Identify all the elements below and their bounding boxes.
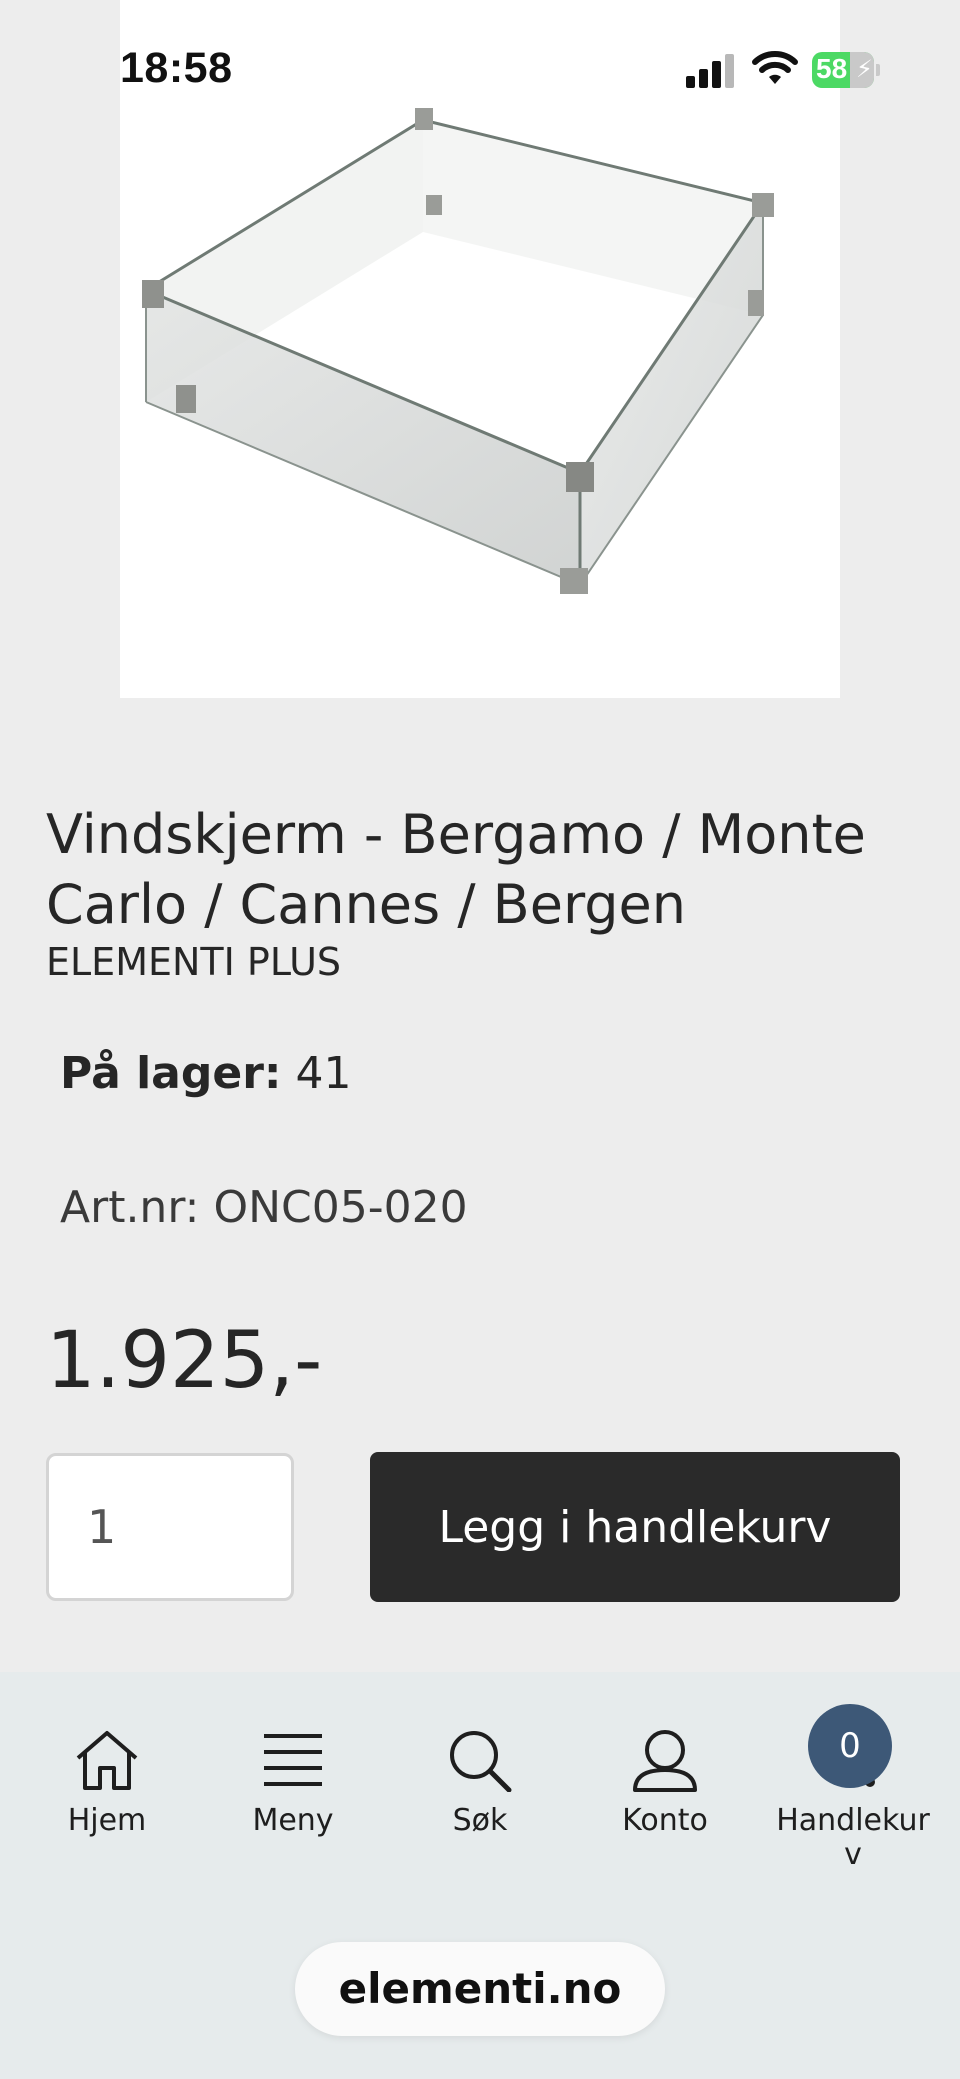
stock-status: På lager: 41 xyxy=(60,1048,351,1099)
nav-item-account[interactable]: Konto xyxy=(572,1728,758,1888)
add-to-cart-button[interactable]: Legg i handlekurv xyxy=(370,1452,900,1602)
search-icon xyxy=(450,1731,512,1792)
nav-label-account: Konto xyxy=(622,1803,708,1838)
article-number: Art.nr: ONC05-020 xyxy=(60,1182,468,1233)
nav-item-home[interactable]: Hjem xyxy=(14,1728,200,1888)
stock-label: På lager: xyxy=(60,1048,282,1099)
user-icon xyxy=(633,1730,697,1792)
nav-label-search: Søk xyxy=(452,1803,508,1838)
status-bar: 18:58 58 ⚡ xyxy=(0,0,960,140)
signal-icon xyxy=(686,54,734,88)
quantity-input[interactable] xyxy=(46,1453,294,1601)
browser-address-pill[interactable]: elementi.no xyxy=(295,1942,665,2036)
battery-level: 58 xyxy=(816,53,848,84)
nav-label-menu: Meny xyxy=(252,1803,334,1838)
battery-icon: 58 ⚡ xyxy=(812,52,880,88)
nav-item-search[interactable]: Søk xyxy=(387,1728,573,1888)
product-title: Vindskjerm - Bergamo / Monte Carlo / Can… xyxy=(46,803,866,936)
charging-bolt-icon: ⚡ xyxy=(856,55,873,83)
product-price: 1.925,- xyxy=(46,1316,323,1406)
nav-item-menu[interactable]: Meny xyxy=(200,1728,386,1888)
nav-label-home: Hjem xyxy=(67,1803,147,1838)
menu-icon xyxy=(264,1734,322,1786)
wifi-icon xyxy=(752,51,798,84)
nav-label-cart: Handlekur v xyxy=(776,1803,930,1872)
cart-count-badge[interactable]: 0 xyxy=(808,1704,892,1788)
home-icon xyxy=(76,1731,138,1790)
status-time: 18:58 xyxy=(120,44,233,92)
brand-name[interactable]: ELEMENTI PLUS xyxy=(46,940,341,984)
stock-value: 41 xyxy=(295,1048,352,1099)
